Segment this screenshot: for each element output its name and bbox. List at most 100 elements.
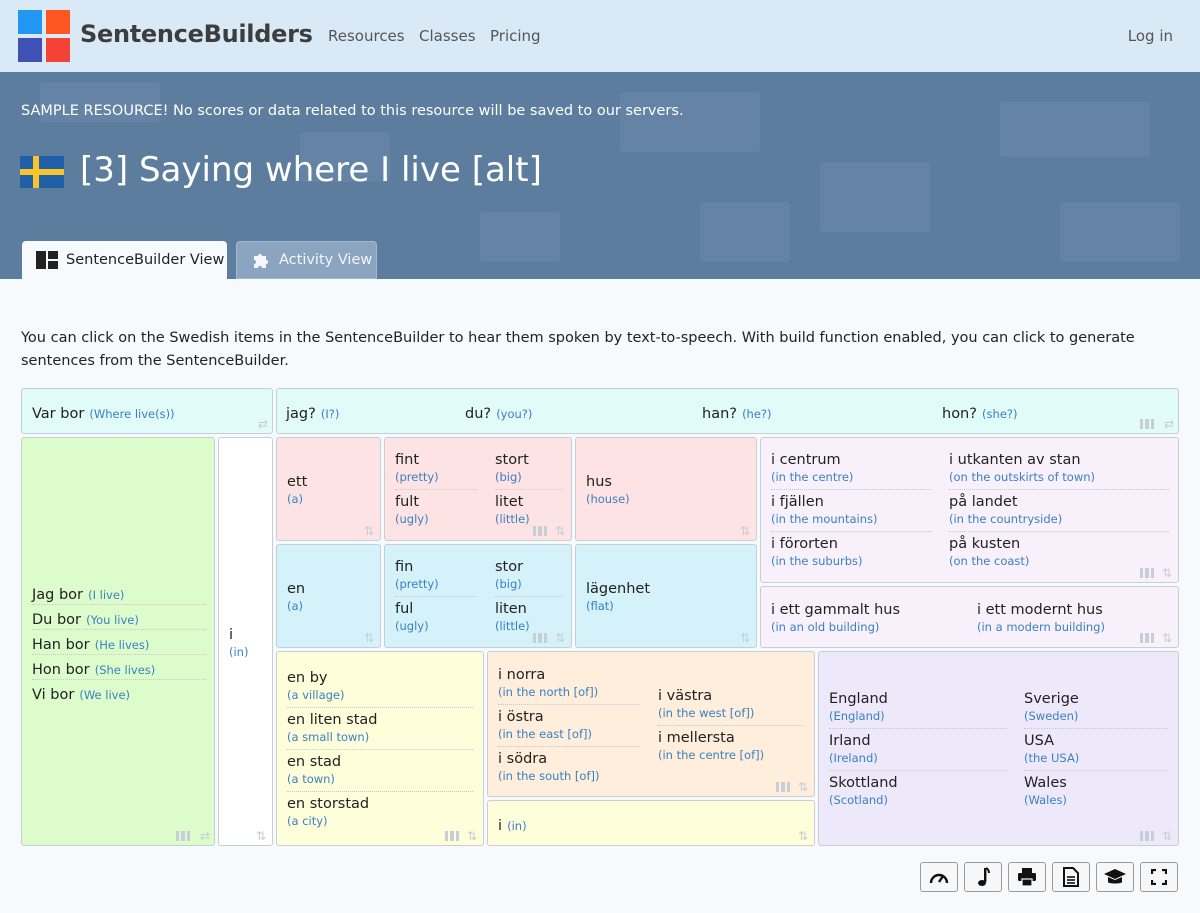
country-item[interactable]: Skottland (Scotland) <box>829 774 898 808</box>
sort-arrows-icon[interactable]: ⇅ <box>364 525 374 537</box>
subject-item[interactable]: Jag bor (I live) <box>32 584 124 604</box>
subject-item[interactable]: Han bor (He lives) <box>32 634 149 654</box>
sort-arrows-icon[interactable]: ⇅ <box>256 830 266 842</box>
prep-in-item[interactable]: i (in) <box>229 626 248 660</box>
question-item[interactable]: Var bor (Where live(s)) <box>32 403 175 423</box>
sort-arrows-icon[interactable]: ⇅ <box>740 525 750 537</box>
columns-icon[interactable] <box>533 633 547 643</box>
sort-arrows-icon[interactable]: ⇅ <box>740 632 750 644</box>
nav-link-pricing[interactable]: Pricing <box>490 27 541 45</box>
location-item[interactable]: i förorten (in the suburbs) <box>771 535 863 569</box>
swap-icon[interactable]: ⇄ <box>258 418 268 430</box>
country-item[interactable]: Irland (Ireland) <box>829 732 878 766</box>
login-link[interactable]: Log in <box>1128 27 1173 45</box>
adjective-item[interactable]: litet (little) <box>495 493 530 527</box>
subject-item[interactable]: Hon bor (She lives) <box>32 659 155 679</box>
noun-item[interactable]: hus (house) <box>586 473 630 507</box>
adjective-item[interactable]: ful (ugly) <box>395 600 429 634</box>
sort-arrows-icon[interactable]: ⇅ <box>555 632 565 644</box>
article-item[interactable]: en (a) <box>287 580 305 614</box>
location-item[interactable]: på kusten (on the coast) <box>949 535 1029 569</box>
columns-icon[interactable] <box>533 526 547 536</box>
sort-arrows-icon[interactable]: ⇅ <box>1162 632 1172 644</box>
columns-icon[interactable] <box>176 831 190 841</box>
pronoun-item[interactable]: jag? (I?) <box>286 403 339 423</box>
page-title: [3] Saying where I live [alt] <box>80 150 542 190</box>
region-item[interactable]: i södra (in the south [of]) <box>498 750 599 784</box>
columns-icon[interactable] <box>1140 831 1154 841</box>
adjective-item[interactable]: stort (big) <box>495 451 529 485</box>
fullscreen-icon <box>1151 869 1167 885</box>
noun-lagenhet-cell: lägenhet (flat) ⇅ <box>575 544 757 648</box>
location-item[interactable]: på landet (in the countryside) <box>949 493 1062 527</box>
music-note-icon <box>978 867 990 886</box>
adjective-item[interactable]: fult (ugly) <box>395 493 429 527</box>
adjective-item[interactable]: stor (big) <box>495 558 523 592</box>
columns-icon[interactable] <box>1140 419 1154 429</box>
speedometer-button[interactable] <box>920 862 958 892</box>
brand-name[interactable]: SentenceBuilders <box>80 20 313 48</box>
sweden-flag-icon <box>20 156 64 188</box>
prep-in-cell: i (in) ⇅ <box>218 437 273 846</box>
sort-arrows-icon[interactable]: ⇅ <box>798 781 808 793</box>
region-item[interactable]: i norra (in the north [of]) <box>498 666 598 700</box>
sort-arrows-icon[interactable]: ⇅ <box>555 525 565 537</box>
tab-label: SentenceBuilder View <box>66 252 225 268</box>
sort-arrows-icon[interactable]: ⇅ <box>1162 830 1172 842</box>
pronoun-cell: jag? (I?) du? (you?) han? (he?) hon? (sh… <box>276 388 1179 434</box>
noun-item[interactable]: lägenhet (flat) <box>586 580 650 614</box>
adjective-item[interactable]: fint (pretty) <box>395 451 439 485</box>
columns-icon[interactable] <box>1140 633 1154 643</box>
country-item[interactable]: England (England) <box>829 690 888 724</box>
article-item[interactable]: ett (a) <box>287 473 307 507</box>
pronoun-item[interactable]: hon? (she?) <box>942 403 1017 423</box>
nav-link-resources[interactable]: Resources <box>328 27 405 45</box>
logo-icon[interactable] <box>18 10 71 63</box>
sort-arrows-icon[interactable]: ⇅ <box>364 632 374 644</box>
location-item[interactable]: i utkanten av stan (on the outskirts of t… <box>949 451 1095 485</box>
sort-arrows-icon[interactable]: ⇅ <box>467 830 477 842</box>
building-item[interactable]: i ett gammalt hus (in an old building) <box>771 601 900 635</box>
print-button[interactable] <box>1008 862 1046 892</box>
pronoun-item[interactable]: han? (he?) <box>702 403 772 423</box>
building-item[interactable]: i ett modernt hus (in a modern building) <box>977 601 1105 635</box>
adjective-item[interactable]: fin (pretty) <box>395 558 439 592</box>
worksheet-button[interactable] <box>1052 862 1090 892</box>
region-item[interactable]: i mellersta (in the centre [of]) <box>658 729 764 763</box>
buildings-cell: i ett gammalt hus (in an old building) i … <box>760 586 1179 648</box>
country-item[interactable]: Sverige (Sweden) <box>1024 690 1079 724</box>
regions-cell: i norra (in the north [of]) i östra (in th… <box>487 651 815 797</box>
intro-text: You can click on the Swedish items in th… <box>21 330 1135 369</box>
sort-arrows-icon[interactable]: ⇅ <box>1162 567 1172 579</box>
learn-button[interactable] <box>1096 862 1134 892</box>
fullscreen-button[interactable] <box>1140 862 1178 892</box>
swap-icon[interactable]: ⇄ <box>1164 418 1174 430</box>
tab-sentencebuilder-view[interactable]: SentenceBuilder View <box>22 241 227 279</box>
region-item[interactable]: i östra (in the east [of]) <box>498 708 592 742</box>
sample-notice: SAMPLE RESOURCE! No scores or data relat… <box>21 103 684 119</box>
country-item[interactable]: USA (the USA) <box>1024 732 1079 766</box>
columns-icon[interactable] <box>445 831 459 841</box>
columns-icon[interactable] <box>776 782 790 792</box>
tab-activity-view[interactable]: Activity View <box>236 241 377 279</box>
top-navbar: SentenceBuilders Resources Classes Prici… <box>0 0 1200 72</box>
columns-icon[interactable] <box>1140 568 1154 578</box>
location-item[interactable]: i centrum (in the centre) <box>771 451 853 485</box>
location-item[interactable]: i fjällen (in the mountains) <box>771 493 878 527</box>
country-item[interactable]: Wales (Wales) <box>1024 774 1067 808</box>
place-item[interactable]: en liten stad (a small town) <box>287 711 378 745</box>
sort-arrows-icon[interactable]: ⇅ <box>798 830 808 842</box>
swap-icon[interactable]: ⇄ <box>200 830 210 842</box>
prep-in-item[interactable]: i (in) <box>498 815 527 835</box>
subject-item[interactable]: Vi bor (We live) <box>32 684 130 704</box>
adjective-item[interactable]: liten (little) <box>495 600 530 634</box>
pronoun-item[interactable]: du? (you?) <box>465 403 532 423</box>
nav-link-classes[interactable]: Classes <box>419 27 476 45</box>
place-item[interactable]: en by (a village) <box>287 669 345 703</box>
region-item[interactable]: i västra (in the west [of]) <box>658 687 754 721</box>
place-item[interactable]: en storstad (a city) <box>287 795 369 829</box>
noun-hus-cell: hus (house) ⇅ <box>575 437 757 541</box>
audio-button[interactable] <box>964 862 1002 892</box>
subject-item[interactable]: Du bor (You live) <box>32 609 139 629</box>
place-item[interactable]: en stad (a town) <box>287 753 341 787</box>
